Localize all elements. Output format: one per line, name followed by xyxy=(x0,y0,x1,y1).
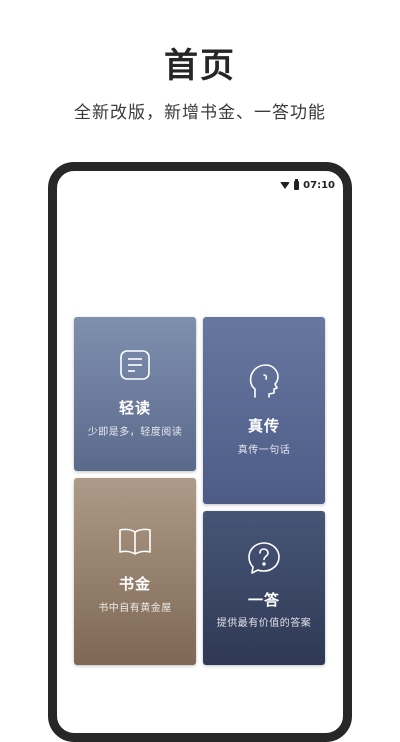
tile-title: 真传 xyxy=(247,417,280,435)
tile-title: 书金 xyxy=(118,575,151,593)
tile-title: 一答 xyxy=(247,591,280,609)
tile-zhenchuan[interactable]: 真传 真传一句话 xyxy=(203,317,325,504)
page-subtitle: 全新改版，新增书金、一答功能 xyxy=(74,103,326,123)
open-book-icon xyxy=(119,528,151,555)
phone-frame: 07:10 轻读 少即是多，轻度阅读 真传 真传一句话 书金 书中自有黄金屋 一… xyxy=(48,162,352,742)
tile-desc: 提供最有价值的答案 xyxy=(216,618,312,629)
question-bubble-icon xyxy=(248,542,280,574)
tile-yida[interactable]: 一答 提供最有价值的答案 xyxy=(203,511,325,665)
document-icon xyxy=(120,350,150,380)
tile-desc: 书中自有黄金屋 xyxy=(98,603,172,614)
status-bar: 07:10 xyxy=(280,177,335,193)
page-title: 首页 xyxy=(164,46,236,86)
status-time: 07:10 xyxy=(303,179,335,191)
tile-shujin[interactable]: 书金 书中自有黄金屋 xyxy=(74,478,196,665)
wifi-icon xyxy=(280,181,291,189)
head-profile-icon xyxy=(249,364,279,398)
tile-desc: 真传一句话 xyxy=(237,445,291,456)
tile-title: 轻读 xyxy=(118,399,151,417)
tile-desc: 少即是多，轻度阅读 xyxy=(87,427,183,438)
tile-qingdu[interactable]: 轻读 少即是多，轻度阅读 xyxy=(74,317,196,471)
battery-icon xyxy=(294,178,300,190)
